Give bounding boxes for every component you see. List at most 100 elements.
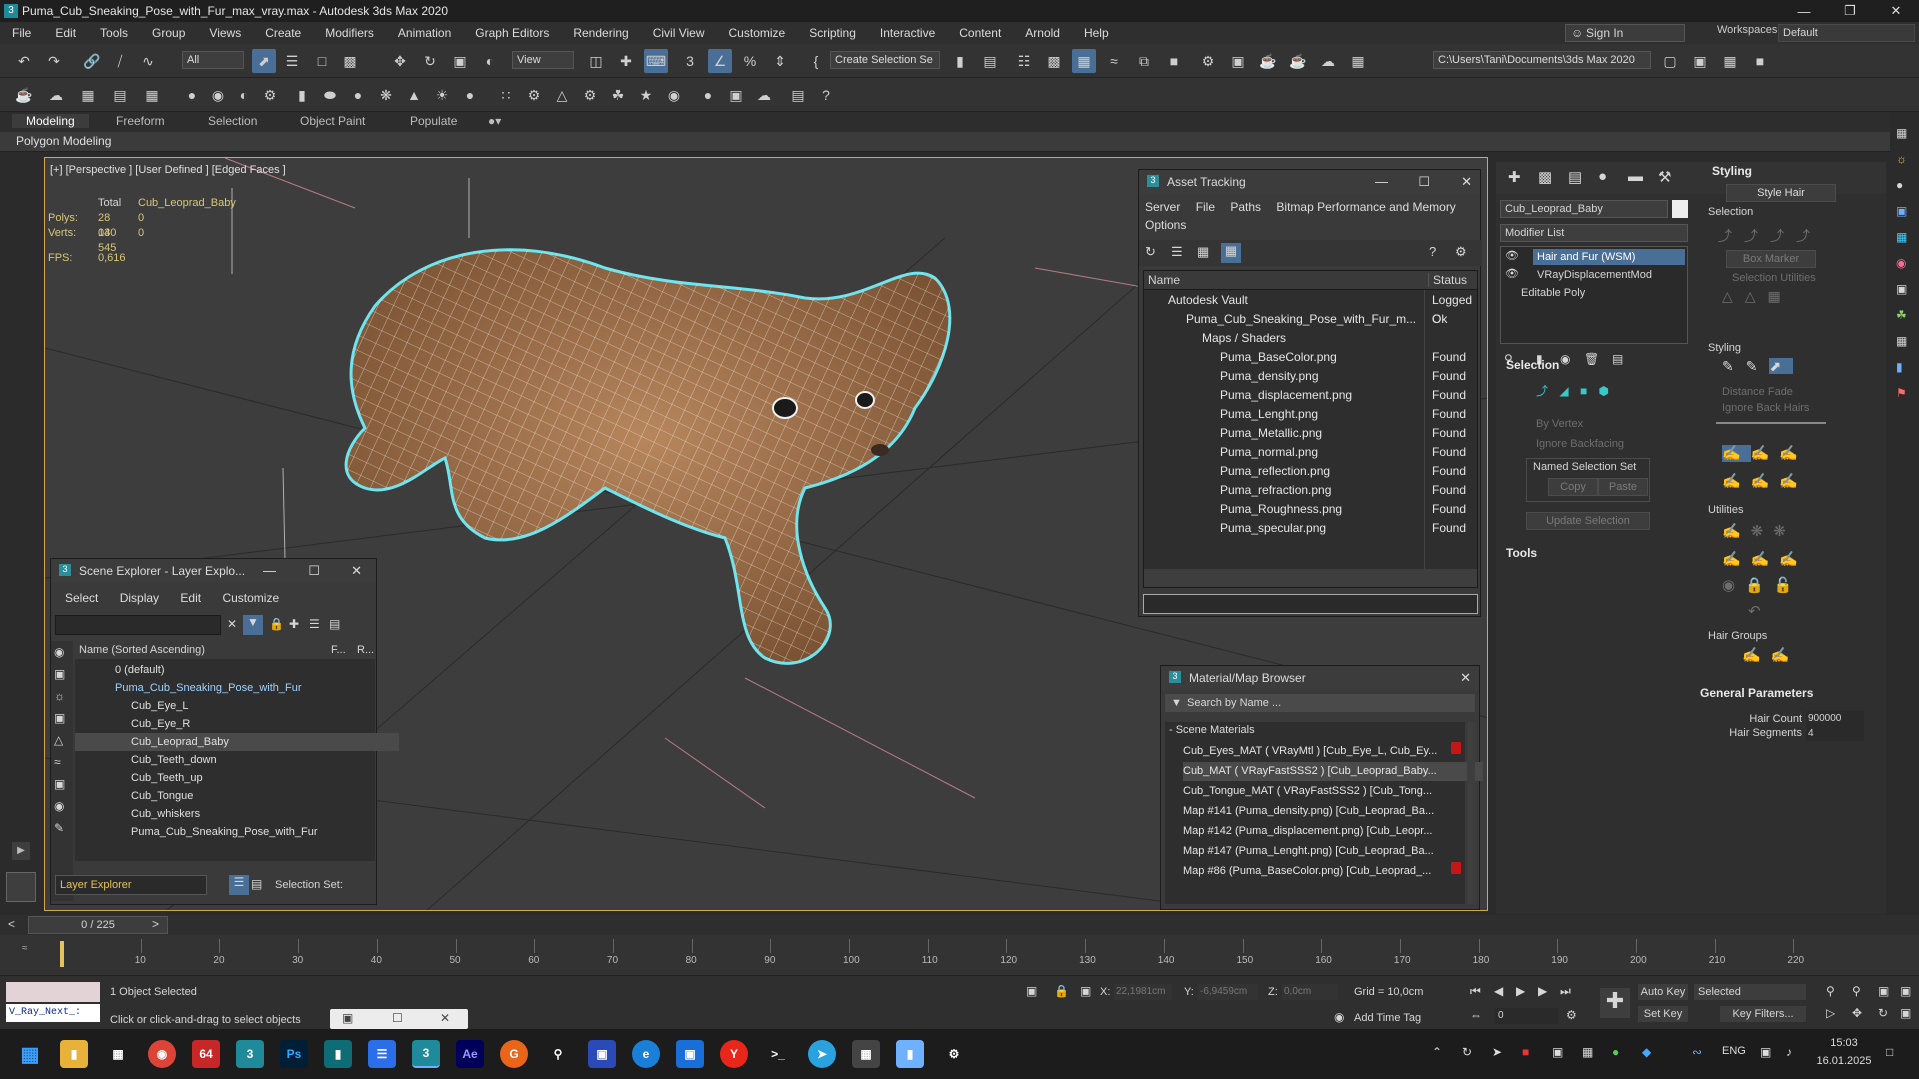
- percent-snap-icon[interactable]: %: [738, 49, 762, 73]
- app-64-icon[interactable]: 64: [192, 1040, 220, 1068]
- asset-row[interactable]: Maps / Shaders: [1148, 329, 1483, 348]
- general-parameters-title[interactable]: General Parameters: [1700, 686, 1813, 700]
- se-menu-display[interactable]: Display: [120, 591, 159, 605]
- vray-lights-icon[interactable]: ◐: [232, 83, 256, 107]
- select-manipulate-icon[interactable]: ✚: [614, 49, 638, 73]
- at-menu-server[interactable]: Server: [1145, 200, 1180, 214]
- material-row-selected[interactable]: Cub_MAT ( VRayFastSSS2 ) [Cub_Leoprad_Ba…: [1183, 762, 1483, 781]
- se-menu-select[interactable]: Select: [65, 591, 98, 605]
- isolate-icon[interactable]: ▣: [1026, 984, 1037, 998]
- material-scrollbar[interactable]: [1467, 722, 1475, 904]
- move-icon[interactable]: ✥: [388, 49, 412, 73]
- bind-space-warp-icon[interactable]: ∿: [136, 49, 160, 73]
- display-none-icon[interactable]: ◉: [54, 645, 64, 659]
- object-row[interactable]: Cub_Teeth_down: [75, 751, 399, 769]
- rect-selection-icon[interactable]: □: [310, 49, 334, 73]
- tray-display-icon[interactable]: ▦: [1582, 1045, 1593, 1059]
- 3dsmax-active-icon[interactable]: 3: [412, 1040, 440, 1068]
- menu-rendering[interactable]: Rendering: [561, 26, 640, 40]
- next-icon[interactable]: >: [152, 917, 159, 931]
- object-icon[interactable]: ●: [1896, 178, 1903, 192]
- language-indicator[interactable]: ENG: [1722, 1045, 1746, 1057]
- terminal-icon[interactable]: >_: [764, 1040, 792, 1068]
- set-key-icon[interactable]: ✚: [1600, 988, 1630, 1018]
- menu-create[interactable]: Create: [253, 26, 313, 40]
- asset-row[interactable]: Puma_refraction.png Found: [1148, 481, 1483, 500]
- spinner-snap-icon[interactable]: ⇕: [768, 49, 792, 73]
- folder-app-icon[interactable]: ▮: [896, 1040, 924, 1068]
- object-row[interactable]: Cub_Eye_L: [75, 697, 399, 715]
- menu-tools[interactable]: Tools: [88, 26, 140, 40]
- flag-icon[interactable]: ⚑: [1896, 386, 1907, 400]
- vray-layer-icon[interactable]: ▤: [786, 83, 810, 107]
- bluetooth-icon[interactable]: ∾: [1692, 1045, 1702, 1059]
- xref-icon[interactable]: ◉: [54, 799, 64, 813]
- object-color-swatch[interactable]: [1672, 200, 1688, 218]
- absolute-mode-icon[interactable]: ▣: [1080, 984, 1091, 998]
- camera-icon[interactable]: ▣: [1896, 204, 1907, 218]
- menu-edit[interactable]: Edit: [43, 26, 88, 40]
- asset-path-field[interactable]: [1143, 594, 1478, 614]
- viewport-thumb-icon[interactable]: [6, 872, 36, 902]
- style-hair-button[interactable]: Style Hair: [1726, 184, 1836, 202]
- at-menu-file[interactable]: File: [1196, 200, 1215, 214]
- bone-icon[interactable]: ✎: [54, 821, 64, 835]
- explorer-type-dropdown[interactable]: Layer Explorer: [55, 875, 207, 895]
- key-mode-icon[interactable]: ⇔: [1470, 1008, 1482, 1022]
- floating-minimized-window[interactable]: ▣ ☐ ✕: [330, 1009, 468, 1029]
- menu-civil-view[interactable]: Civil View: [641, 26, 717, 40]
- telegram-icon[interactable]: ➤: [808, 1040, 836, 1068]
- box-icon[interactable]: ▮: [290, 83, 314, 107]
- scale-icon[interactable]: ▣: [448, 49, 472, 73]
- pan-icon[interactable]: ✥: [1852, 1006, 1862, 1020]
- sign-in-button[interactable]: ☺ Sign In: [1565, 24, 1685, 42]
- make-unique-icon[interactable]: ◉: [1560, 352, 1570, 366]
- window-crossing-icon[interactable]: ▩: [338, 49, 362, 73]
- object-row[interactable]: Cub_Tongue: [75, 787, 399, 805]
- plane-icon[interactable]: ⬬: [318, 83, 342, 107]
- close-icon[interactable]: ✕: [351, 563, 362, 579]
- restore-icon[interactable]: ▣: [342, 1011, 353, 1025]
- guide-selection-icon[interactable]: ⤴: [1536, 384, 1548, 398]
- asset-row[interactable]: Puma_reflection.png Found: [1148, 462, 1483, 481]
- asset-row[interactable]: Puma_density.png Found: [1148, 367, 1483, 386]
- utilities-tab-icon[interactable]: ⚒: [1658, 168, 1671, 186]
- tray-app-icon[interactable]: ■: [1522, 1045, 1529, 1059]
- tab-object-paint[interactable]: Object Paint: [300, 114, 365, 128]
- fov-icon[interactable]: ▷: [1826, 1006, 1835, 1020]
- object-row[interactable]: Puma_Cub_Sneaking_Pose_with_Fur: [75, 823, 399, 841]
- tray-telegram-icon[interactable]: ➤: [1492, 1045, 1502, 1059]
- placement-icon[interactable]: ◐: [478, 49, 502, 73]
- copy-button[interactable]: Copy: [1548, 478, 1598, 496]
- asset-row[interactable]: Puma_Metallic.png Found: [1148, 424, 1483, 443]
- select-all-icon[interactable]: ■: [1580, 384, 1587, 398]
- teapot-icon[interactable]: ☕: [12, 83, 36, 107]
- search-app-icon[interactable]: ⚲: [544, 1040, 572, 1068]
- remove-modifier-icon[interactable]: 🗑: [1584, 352, 1599, 366]
- light-lister-icon[interactable]: ●: [180, 83, 204, 107]
- layer-mode-icon[interactable]: ☰: [229, 875, 249, 895]
- x-coordinate-field[interactable]: 22,1981cm: [1114, 984, 1172, 1000]
- selection-filter-dropdown[interactable]: All: [182, 51, 244, 69]
- grid-view-icon[interactable]: ▦: [1197, 244, 1209, 260]
- rendered-frame-icon[interactable]: ▣: [1226, 49, 1250, 73]
- spacewarp-icon[interactable]: ≈: [54, 755, 61, 769]
- scene-explorer-titlebar[interactable]: 3 Scene Explorer - Layer Explo... — ☐ ✕: [51, 559, 376, 583]
- settings-icon[interactable]: ⚙: [578, 83, 602, 107]
- maximize-button[interactable]: ❐: [1827, 0, 1873, 22]
- task-view-icon[interactable]: ▦: [104, 1040, 132, 1068]
- photoshop-icon[interactable]: Ps: [280, 1040, 308, 1068]
- rotate-icon[interactable]: ↻: [418, 49, 442, 73]
- col-status-header[interactable]: Status: [1428, 273, 1467, 287]
- minimize-icon[interactable]: —: [263, 563, 276, 578]
- col-name-header[interactable]: Name: [1148, 273, 1180, 287]
- vfb-icon[interactable]: ▣: [724, 83, 748, 107]
- layer-row[interactable]: Puma_Cub_Sneaking_Pose_with_Fur: [75, 679, 399, 697]
- maxscript-listener[interactable]: [6, 982, 100, 1002]
- hair-count-spinner[interactable]: 900000: [1806, 711, 1864, 726]
- time-slider-thumb[interactable]: 0 / 225: [28, 916, 168, 934]
- paste-button[interactable]: Paste: [1598, 478, 1648, 496]
- by-vertex-checkbox[interactable]: By Vertex: [1536, 418, 1583, 430]
- puma-model[interactable]: [344, 248, 952, 665]
- clock-time[interactable]: 15:03: [1818, 1037, 1870, 1049]
